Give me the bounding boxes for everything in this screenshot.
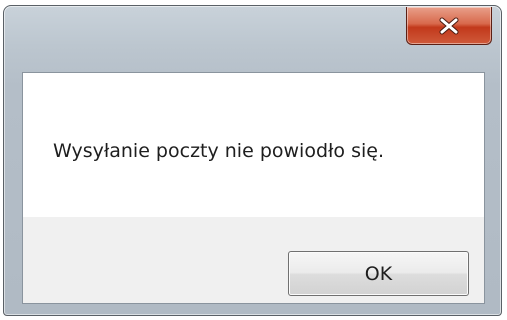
button-bar: OK [23,217,484,303]
dialog-window: Wysyłanie poczty nie powiodło się. OK [3,5,502,316]
ok-button[interactable]: OK [288,251,469,296]
error-message: Wysyłanie poczty nie powiodło się. [53,140,384,162]
message-area: Wysyłanie poczty nie powiodło się. [23,73,484,217]
close-icon [438,17,460,35]
close-button[interactable] [406,7,492,45]
title-bar[interactable] [4,6,501,71]
dialog-content: Wysyłanie poczty nie powiodło się. OK [22,72,485,304]
